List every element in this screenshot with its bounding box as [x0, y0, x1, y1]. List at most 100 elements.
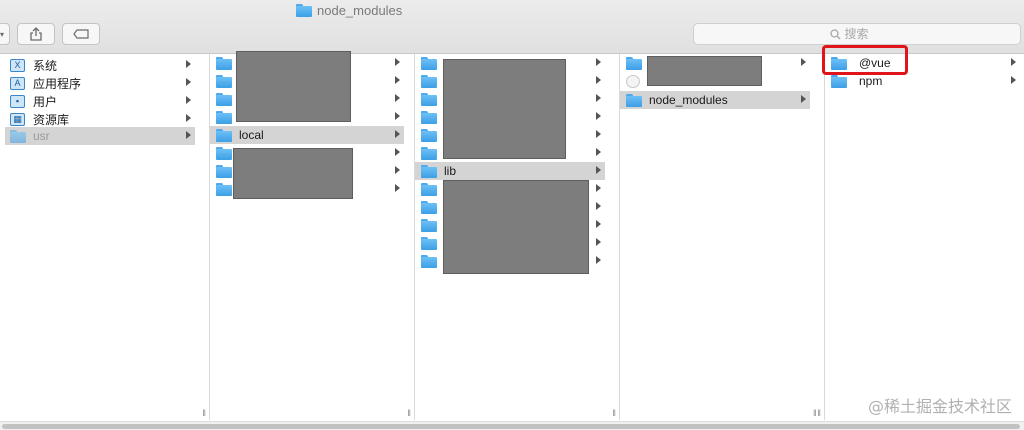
column-resize-handle[interactable]: ‖: [612, 408, 616, 418]
folder-icon: [216, 56, 232, 70]
disclosure-arrow-icon: [186, 96, 191, 104]
column-resize-handle[interactable]: ‖: [813, 408, 817, 418]
disclosure-arrow-icon: [395, 94, 400, 102]
sidebar-item-users[interactable]: ▪ 用户: [10, 92, 195, 110]
column-resize-handle[interactable]: ‖: [817, 408, 821, 418]
redaction-block: [236, 51, 351, 122]
folder-icon: [421, 236, 437, 250]
tags-button[interactable]: [62, 23, 100, 45]
folder-icon: [216, 110, 232, 124]
list-item-label: lib: [444, 164, 457, 178]
folder-icon: [216, 92, 232, 106]
search-field[interactable]: [693, 23, 1021, 45]
folder-icon: [626, 93, 642, 107]
disclosure-arrow-icon: [1011, 58, 1016, 66]
column-resize-handle[interactable]: ‖: [407, 408, 411, 418]
share-button[interactable]: [17, 23, 55, 45]
sidebar-item-label: 用户: [33, 94, 58, 109]
folder-icon: [296, 4, 312, 17]
user-icon: ▪: [10, 94, 25, 108]
column-root: X 系统 A 应用程序 ▪ 用户 ▦ 资源库 usr ‖: [0, 54, 210, 420]
disclosure-arrow-icon: [395, 112, 400, 120]
disclosure-arrow-icon: [596, 148, 601, 156]
folder-icon: [421, 182, 437, 196]
sidebar-item-system[interactable]: X 系统: [10, 56, 195, 74]
list-item-label: npm: [859, 74, 883, 88]
column-node-modules: @vue npm ‖: [813, 54, 1024, 420]
sidebar-item-label: 资源库: [33, 112, 70, 127]
disclosure-arrow-icon: [596, 112, 601, 120]
horizontal-scrollbar[interactable]: [0, 421, 1024, 430]
redaction-block: [233, 148, 353, 199]
disclosure-arrow-icon: [596, 166, 601, 174]
sidebar-item-label: 系统: [33, 58, 58, 73]
sidebar-item-label: 应用程序: [33, 76, 82, 91]
share-icon: [30, 27, 42, 41]
folder-icon: [10, 129, 26, 143]
disclosure-arrow-icon: [395, 184, 400, 192]
sidebar-item-library[interactable]: ▦ 资源库: [10, 110, 195, 128]
list-item-lib[interactable]: lib: [415, 162, 605, 180]
column-lib: node_modules ‖: [620, 54, 825, 420]
disclosure-arrow-icon: [395, 130, 400, 138]
app-icon: A: [10, 76, 25, 90]
window-title: node_modules: [296, 3, 402, 18]
window-title-text: node_modules: [317, 3, 403, 18]
folder-icon: [216, 74, 232, 88]
folder-icon: [216, 164, 232, 178]
sidebar-item-usr[interactable]: usr: [5, 127, 195, 145]
disclosure-arrow-icon: [186, 114, 191, 122]
scrollbar-thumb[interactable]: [2, 424, 1020, 429]
disclosure-arrow-icon: [186, 78, 191, 86]
library-icon: ▦: [10, 112, 25, 126]
disclosure-arrow-icon: [596, 238, 601, 246]
folder-icon: [421, 110, 437, 124]
search-icon: [829, 28, 840, 39]
watermark: @稀土掘金技术社区: [867, 397, 1012, 416]
disclosure-arrow-icon: [596, 130, 601, 138]
disclosure-arrow-icon: [596, 202, 601, 210]
folder-icon: [626, 56, 642, 70]
disclosure-arrow-icon: [596, 184, 601, 192]
column-resize-handle[interactable]: ‖: [202, 408, 206, 418]
highlight-annotation: [822, 45, 908, 75]
disclosure-arrow-icon: [395, 58, 400, 66]
folder-icon: [421, 56, 437, 70]
disclosure-arrow-icon: [801, 95, 806, 103]
list-item-label: local: [239, 128, 264, 142]
view-options-button[interactable]: ▾: [0, 23, 10, 45]
disclosure-arrow-icon: [596, 58, 601, 66]
folder-icon: [421, 254, 437, 268]
folder-icon: [421, 164, 437, 178]
disclosure-arrow-icon: [1011, 76, 1016, 84]
list-item-local[interactable]: local: [210, 126, 404, 144]
redaction-block: [443, 59, 566, 159]
disclosure-arrow-icon: [186, 131, 191, 139]
disclosure-arrow-icon: [395, 76, 400, 84]
tag-icon: [73, 29, 89, 39]
search-input[interactable]: [844, 27, 885, 41]
folder-icon: [421, 218, 437, 232]
sidebar-item-applications[interactable]: A 应用程序: [10, 74, 195, 92]
app-icon: X: [10, 58, 25, 72]
folder-icon: [216, 128, 232, 142]
disclosure-arrow-icon: [596, 256, 601, 264]
folder-icon: [421, 146, 437, 160]
disclosure-arrow-icon: [395, 148, 400, 156]
redaction-block: [647, 56, 762, 86]
folder-icon: [216, 146, 232, 160]
disclosure-arrow-icon: [596, 220, 601, 228]
redaction-block: [443, 180, 589, 274]
list-item-label: node_modules: [649, 93, 728, 107]
folder-icon: [421, 74, 437, 88]
folder-icon: [421, 92, 437, 106]
chevron-down-icon: ▾: [0, 29, 4, 39]
folder-icon: [421, 200, 437, 214]
disclosure-arrow-icon: [395, 166, 400, 174]
list-item-node-modules[interactable]: node_modules: [620, 91, 810, 109]
folder-icon: [831, 74, 847, 88]
sidebar-item-label: usr: [33, 129, 50, 143]
column-local: lib ‖: [415, 54, 620, 420]
disclosure-arrow-icon: [801, 58, 806, 66]
file-icon: [626, 74, 640, 88]
